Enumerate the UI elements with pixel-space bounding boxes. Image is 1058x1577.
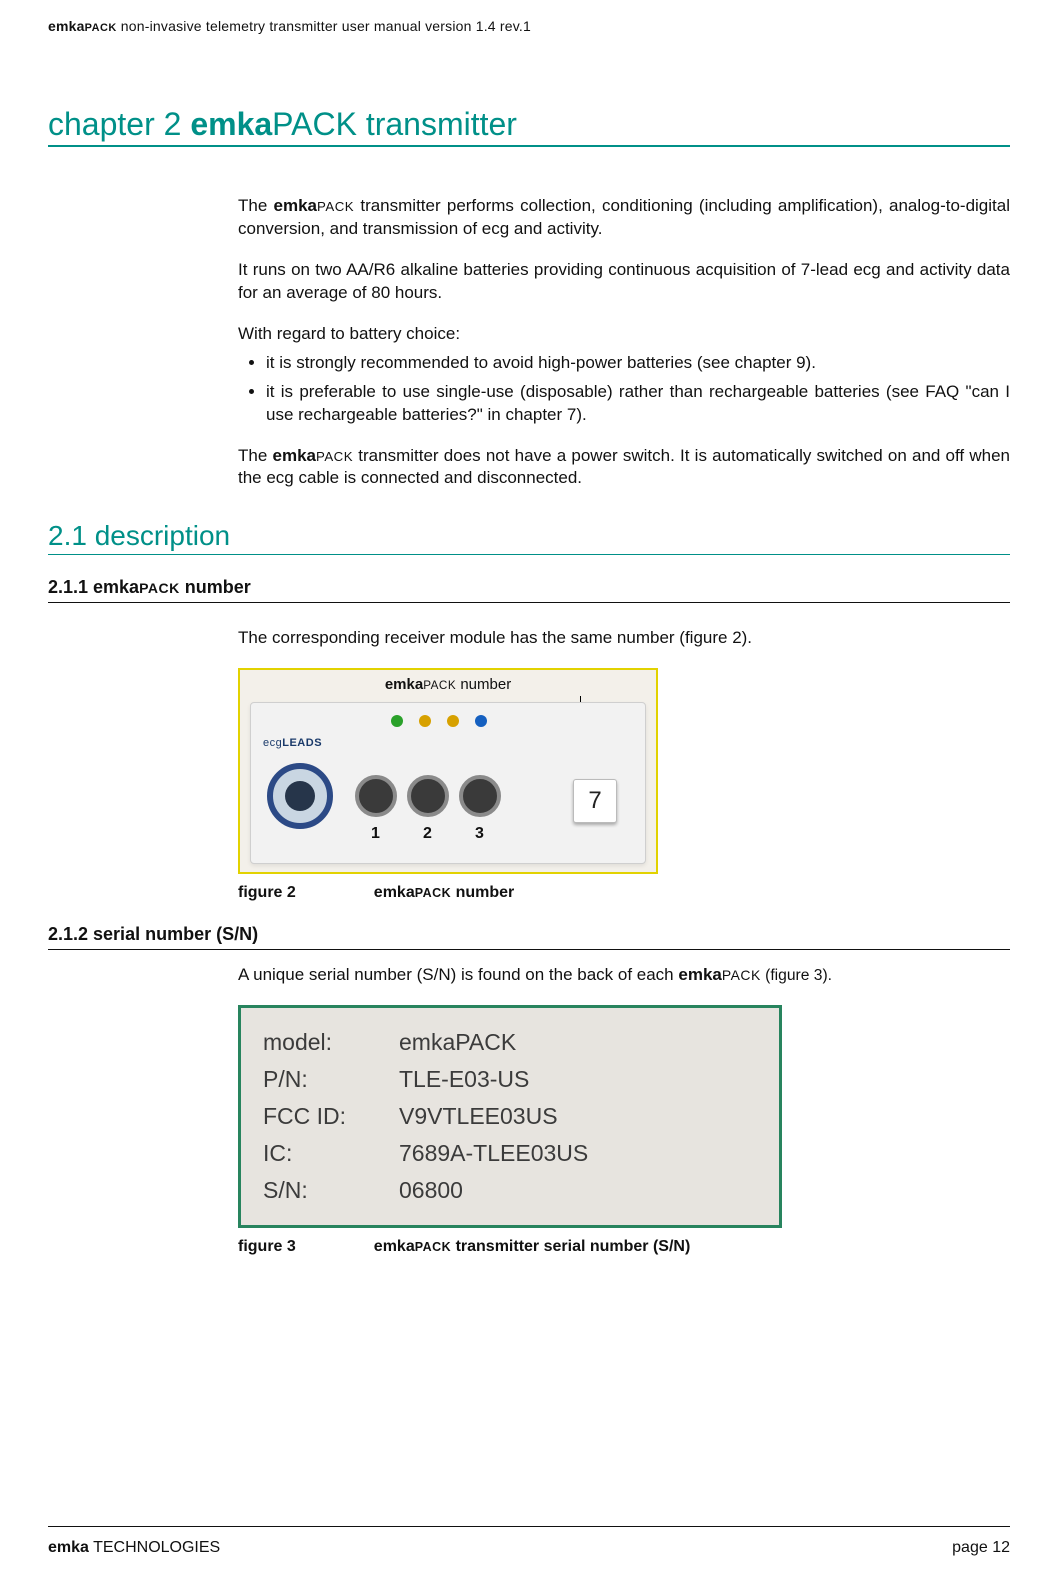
- intro-p3: With regard to battery choice:: [238, 323, 1010, 346]
- chapter-title: chapter 2 emkaPACK transmitter: [48, 106, 1010, 147]
- label-val-ic: 7689A-TLEE03US: [395, 1135, 761, 1172]
- chapter-prefix: chapter 2: [48, 106, 190, 142]
- label-plate-table: model:emkaPACK P/N:TLE-E03-US FCC ID:V9V…: [259, 1024, 761, 1209]
- fig2-callout: emkaPACK number: [240, 676, 656, 693]
- footer-brand-rest: TECHNOLOGIES: [89, 1539, 220, 1556]
- port-1-label: 1: [371, 825, 380, 843]
- fig3-cap-sc: PACK: [415, 1240, 451, 1254]
- port-1-connector-icon: [355, 775, 397, 817]
- fig3-cap-b: emka: [374, 1238, 415, 1255]
- led-yellow2-icon: [447, 715, 459, 727]
- label-key-ic: IC:: [259, 1135, 395, 1172]
- port-2-label: 2: [423, 825, 432, 843]
- fig2-callout-sc: PACK: [423, 679, 456, 692]
- intro-b1: it is strongly recommended to avoid high…: [266, 352, 1010, 375]
- led-yellow1-icon: [419, 715, 431, 727]
- s212-p1-brand: emka: [678, 965, 721, 984]
- header-brand-bold: emka: [48, 18, 85, 34]
- header-brand-sc: PACK: [85, 22, 117, 34]
- page-footer: emka TECHNOLOGIES page 12: [48, 1539, 1010, 1557]
- intro-bullets: it is strongly recommended to avoid high…: [238, 352, 1010, 427]
- intro-b2: it is preferable to use single-use (disp…: [266, 381, 1010, 427]
- fig3-cap-a: figure 3: [238, 1238, 296, 1255]
- s212-p1: A unique serial number (S/N) is found on…: [238, 964, 1010, 987]
- leads-b: LEADS: [282, 737, 322, 749]
- label-val-sn: 06800: [395, 1172, 761, 1209]
- footer-rule: [48, 1526, 1010, 1527]
- s211-title-b: number: [180, 577, 251, 597]
- s212-p1-brand-sc: PACK: [722, 967, 761, 983]
- header-rest: non-invasive telemetry transmitter user …: [117, 18, 531, 34]
- fig2-cap-sc: PACK: [415, 886, 451, 900]
- intro-p1-brand-sc: PACK: [317, 199, 354, 214]
- figure-2: emkaPACK number ecgLEADS 1 2 3 7: [238, 668, 658, 874]
- fig2-cap-a: figure 2: [238, 884, 296, 901]
- intro-p1-brand: emka: [274, 196, 317, 215]
- label-val-fccid: V9VTLEE03US: [395, 1098, 761, 1135]
- subsection-211: 2.1.1 emkaPACK number: [48, 577, 1010, 603]
- intro-p2: It runs on two AA/R6 alkaline batteries …: [238, 259, 1010, 305]
- s212-p1-a: A unique serial number (S/N) is found on…: [238, 965, 678, 984]
- led-green-icon: [391, 715, 403, 727]
- emkapack-number-box: 7: [573, 779, 617, 823]
- s211-p1: The corresponding receiver module has th…: [238, 627, 1010, 650]
- ecg-leads-label: ecgLEADS: [263, 737, 322, 749]
- intro-p4-b: transmitter does not have a power switch…: [238, 446, 1010, 488]
- footer-brand-b: emka: [48, 1539, 89, 1556]
- figure-3: model:emkaPACK P/N:TLE-E03-US FCC ID:V9V…: [238, 1005, 782, 1228]
- port-3-connector-icon: [459, 775, 501, 817]
- doc-header: emkaPACK non-invasive telemetry transmit…: [48, 18, 1010, 34]
- subsection-212: 2.1.2 serial number (S/N): [48, 924, 1010, 950]
- port-3-label: 3: [475, 825, 484, 843]
- label-key-pn: P/N:: [259, 1061, 395, 1098]
- label-val-pn: TLE-E03-US: [395, 1061, 761, 1098]
- ecg-connector-icon: [267, 763, 333, 829]
- fig2-callout-rest: number: [456, 676, 511, 693]
- leads-a: ecg: [263, 737, 282, 749]
- s212-p1-b: (figure 3).: [761, 967, 832, 984]
- led-blue-icon: [475, 715, 487, 727]
- fig2-device: ecgLEADS 1 2 3 7: [250, 702, 646, 864]
- fig2-callout-b: emka: [385, 676, 423, 693]
- footer-brand: emka TECHNOLOGIES: [48, 1539, 220, 1557]
- label-key-model: model:: [259, 1024, 395, 1061]
- label-val-model: emkaPACK: [395, 1024, 761, 1061]
- port-2-connector-icon: [407, 775, 449, 817]
- table-row: P/N:TLE-E03-US: [259, 1061, 761, 1098]
- intro-p4-brand: emka: [273, 446, 316, 465]
- label-key-sn: S/N:: [259, 1172, 395, 1209]
- intro-p1: The emkaPACK transmitter performs collec…: [238, 195, 1010, 241]
- table-row: model:emkaPACK: [259, 1024, 761, 1061]
- s211-title-a: 2.1.1 emka: [48, 577, 139, 597]
- intro-p4-a: The: [238, 446, 273, 465]
- fig2-cap-b: emka: [374, 884, 415, 901]
- chapter-brand-light: PACK: [272, 106, 357, 142]
- table-row: IC:7689A-TLEE03US: [259, 1135, 761, 1172]
- intro-p1-b: transmitter performs collection, conditi…: [238, 196, 1010, 238]
- table-row: S/N:06800: [259, 1172, 761, 1209]
- figure-3-caption: figure 3 emkaPACK transmitter serial numb…: [238, 1238, 1010, 1256]
- fig2-cap-rest: number: [451, 884, 514, 901]
- chapter-suffix: transmitter: [357, 106, 517, 142]
- table-row: FCC ID:V9VTLEE03US: [259, 1098, 761, 1135]
- intro-p4-brand-sc: PACK: [316, 449, 353, 464]
- label-key-fccid: FCC ID:: [259, 1098, 395, 1135]
- chapter-brand-bold: emka: [190, 106, 272, 142]
- footer-page: page 12: [952, 1539, 1010, 1557]
- figure-2-caption: figure 2 emkaPACK number: [238, 884, 1010, 902]
- intro-p4: The emkaPACK transmitter does not have a…: [238, 445, 1010, 491]
- intro-p1-a: The: [238, 196, 274, 215]
- section-21: 2.1 description: [48, 520, 1010, 555]
- s211-title-sc: PACK: [139, 580, 180, 596]
- fig3-cap-rest: transmitter serial number (S/N): [451, 1238, 690, 1255]
